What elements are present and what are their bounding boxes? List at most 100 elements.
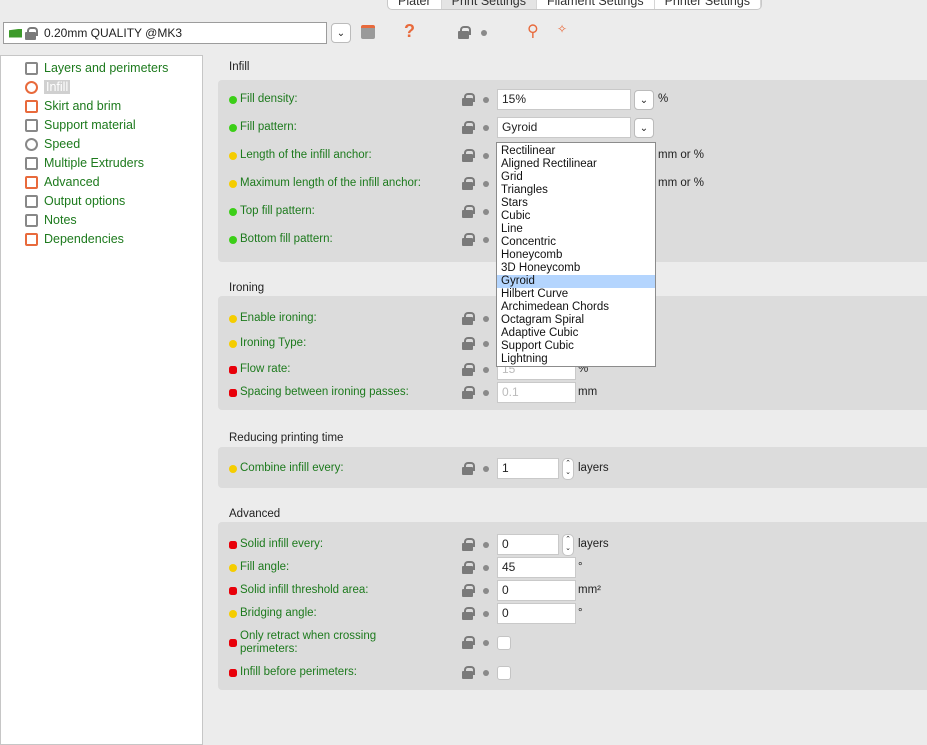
system-value-dot-icon[interactable] bbox=[483, 640, 489, 646]
solid-infill-every-spinner[interactable]: ⌃ ⌄ bbox=[562, 534, 574, 556]
maximum-length-of-the-infill-anchor-label: Maximum length of the infill anchor: bbox=[240, 177, 421, 189]
dropdown-option[interactable]: Gyroid bbox=[497, 275, 655, 288]
dropdown-option[interactable]: Triangles bbox=[497, 184, 655, 197]
system-value-dot-icon[interactable] bbox=[483, 316, 489, 322]
sidebar-item-output-options[interactable]: Output options bbox=[25, 192, 125, 210]
system-value-dot-icon[interactable] bbox=[483, 125, 489, 131]
tab-plater[interactable]: Plater bbox=[388, 0, 442, 9]
sidebar-item-notes[interactable]: Notes bbox=[25, 211, 77, 229]
preset-dropdown-button[interactable]: ⌄ bbox=[331, 23, 351, 43]
dropdown-option[interactable]: Rectilinear bbox=[497, 145, 655, 158]
system-value-dot-icon[interactable] bbox=[483, 466, 489, 472]
spacing-between-ironing-passes-input[interactable]: 0.1 bbox=[497, 382, 576, 403]
fill-pattern-dropdown-button[interactable]: ⌄ bbox=[634, 118, 654, 138]
infill-before-perimeters-checkbox[interactable] bbox=[497, 666, 511, 680]
fill-density-label: Fill density: bbox=[240, 93, 298, 105]
system-value-dot-icon[interactable] bbox=[481, 30, 487, 36]
system-value-dot-icon[interactable] bbox=[483, 367, 489, 373]
lock-icon[interactable] bbox=[462, 312, 475, 325]
fill-angle-input[interactable]: 45 bbox=[497, 557, 576, 578]
fill-pattern-dropdown-list[interactable]: Rectilinear Aligned Rectilinear Grid Triang… bbox=[496, 142, 656, 367]
preset-combo[interactable]: 0.20mm QUALITY @MK3 bbox=[3, 22, 327, 44]
lock-icon[interactable] bbox=[462, 233, 475, 246]
solid-infill-every-input[interactable]: 0 bbox=[497, 534, 559, 555]
compare-presets-icon[interactable]: ✧ bbox=[557, 22, 567, 36]
dropdown-option[interactable]: Stars bbox=[497, 197, 655, 210]
lock-icon[interactable] bbox=[462, 93, 475, 106]
dropdown-option[interactable]: Cubic bbox=[497, 210, 655, 223]
lock-icon[interactable] bbox=[462, 561, 475, 574]
system-value-dot-icon[interactable] bbox=[483, 565, 489, 571]
lock-icon[interactable] bbox=[462, 538, 475, 551]
lock-icon[interactable] bbox=[462, 584, 475, 597]
bridging-angle-input[interactable]: 0 bbox=[497, 603, 576, 624]
sidebar-item-label: Notes bbox=[44, 213, 77, 227]
dropdown-option[interactable]: Line bbox=[497, 223, 655, 236]
sidebar-item-skirt-and-brim[interactable]: Skirt and brim bbox=[25, 97, 121, 115]
fill-pattern-input[interactable]: Gyroid bbox=[497, 117, 631, 138]
lock-icon[interactable] bbox=[462, 149, 475, 162]
lock-icon[interactable] bbox=[462, 666, 475, 679]
mode-simple-bullet-icon bbox=[229, 96, 237, 104]
system-value-dot-icon[interactable] bbox=[483, 181, 489, 187]
system-value-dot-icon[interactable] bbox=[483, 341, 489, 347]
solid-infill-threshold-area-unit: mm² bbox=[578, 584, 601, 596]
dropdown-option[interactable]: Lightning bbox=[497, 353, 655, 366]
sidebar-item-dependencies[interactable]: Dependencies bbox=[25, 230, 124, 248]
system-value-dot-icon[interactable] bbox=[483, 588, 489, 594]
dropdown-option[interactable]: 3D Honeycomb bbox=[497, 262, 655, 275]
lock-icon[interactable] bbox=[462, 337, 475, 350]
dependencies-gear-icon bbox=[25, 232, 38, 246]
system-value-dot-icon[interactable] bbox=[483, 390, 489, 396]
mode-expert-bullet-icon bbox=[229, 389, 237, 397]
dropdown-option[interactable]: Grid bbox=[497, 171, 655, 184]
system-value-dot-icon[interactable] bbox=[483, 237, 489, 243]
system-value-dot-icon[interactable] bbox=[483, 611, 489, 617]
dropdown-option[interactable]: Octagram Spiral bbox=[497, 314, 655, 327]
system-value-dot-icon[interactable] bbox=[483, 153, 489, 159]
lock-icon[interactable] bbox=[462, 386, 475, 399]
dropdown-option[interactable]: Aligned Rectilinear bbox=[497, 158, 655, 171]
sidebar-item-support-material[interactable]: Support material bbox=[25, 116, 136, 134]
lock-icon[interactable] bbox=[462, 121, 475, 134]
tab-filament-settings[interactable]: Filament Settings bbox=[537, 0, 655, 9]
tab-printer-settings[interactable]: Printer Settings bbox=[655, 0, 762, 9]
system-value-dot-icon[interactable] bbox=[483, 97, 489, 103]
system-value-dot-icon[interactable] bbox=[483, 670, 489, 676]
lock-icon[interactable] bbox=[462, 177, 475, 190]
sidebar-item-speed[interactable]: Speed bbox=[25, 135, 80, 153]
lock-icon[interactable] bbox=[462, 462, 475, 475]
solid-infill-threshold-area-input[interactable]: 0 bbox=[497, 580, 576, 601]
sidebar-item-advanced[interactable]: Advanced bbox=[25, 173, 100, 191]
lock-icon[interactable] bbox=[462, 205, 475, 218]
sidebar-item-multiple-extruders[interactable]: Multiple Extruders bbox=[25, 154, 144, 172]
layers-icon bbox=[25, 61, 38, 75]
system-value-dot-icon[interactable] bbox=[483, 209, 489, 215]
dropdown-option[interactable]: Archimedean Chords bbox=[497, 301, 655, 314]
system-value-dot-icon[interactable] bbox=[483, 542, 489, 548]
search-icon[interactable]: ⚲ bbox=[527, 21, 539, 41]
dropdown-option[interactable]: Hilbert Curve bbox=[497, 288, 655, 301]
preset-name: 0.20mm QUALITY @MK3 bbox=[44, 26, 182, 40]
dropdown-option[interactable]: Honeycomb bbox=[497, 249, 655, 262]
lock-icon[interactable] bbox=[462, 607, 475, 620]
fill-density-input[interactable]: 15% bbox=[497, 89, 631, 110]
combine-infill-every-input[interactable]: 1 bbox=[497, 458, 559, 479]
dropdown-option[interactable]: Support Cubic bbox=[497, 340, 655, 353]
save-icon[interactable] bbox=[361, 25, 375, 39]
mode-advanced-bullet-icon bbox=[229, 564, 237, 572]
sidebar-item-layers-and-perimeters[interactable]: Layers and perimeters bbox=[25, 59, 168, 77]
combine-infill-every-spinner[interactable]: ⌃ ⌄ bbox=[562, 458, 574, 480]
lock-icon[interactable] bbox=[462, 636, 475, 649]
help-icon[interactable]: ? bbox=[404, 21, 415, 42]
dropdown-option[interactable]: Adaptive Cubic bbox=[497, 327, 655, 340]
solid-infill-every-label: Solid infill every: bbox=[240, 538, 324, 550]
mode-expert-bullet-icon bbox=[229, 587, 237, 595]
sidebar-item-infill[interactable]: Infill bbox=[25, 78, 71, 96]
tab-print-settings[interactable]: Print Settings bbox=[441, 0, 537, 9]
lock-icon[interactable] bbox=[462, 363, 475, 376]
only-retract-when-crossing-perimeters-checkbox[interactable] bbox=[497, 636, 511, 650]
lock-icon[interactable] bbox=[458, 26, 471, 39]
dropdown-option[interactable]: Concentric bbox=[497, 236, 655, 249]
fill-density-dropdown-button[interactable]: ⌄ bbox=[634, 90, 654, 110]
